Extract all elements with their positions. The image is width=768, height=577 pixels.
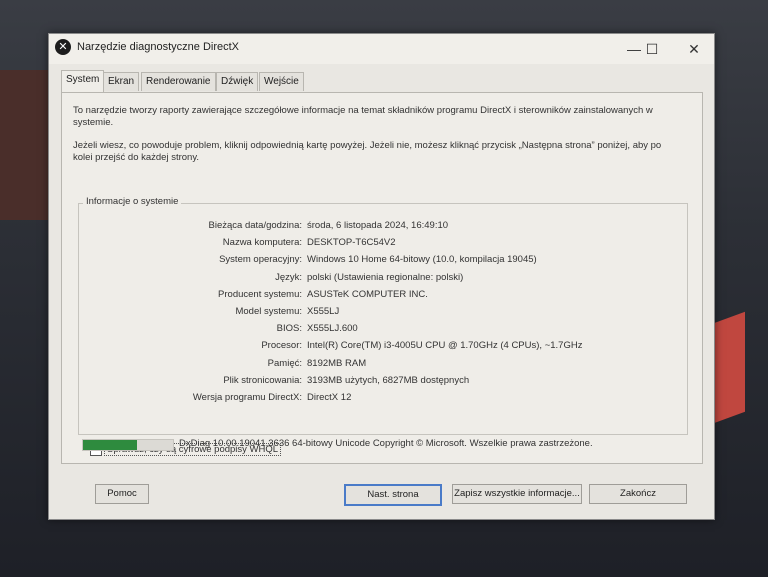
help-button[interactable]: Pomoc — [95, 484, 149, 504]
background-object — [0, 70, 55, 220]
system-info-row: Model systemu: X555LJ — [79, 306, 679, 320]
group-label: Informacje o systemie — [83, 196, 182, 207]
system-info-value: DirectX 12 — [307, 392, 352, 403]
intro-paragraph-2: Jeżeli wiesz, co powoduje problem, klikn… — [73, 140, 662, 163]
exit-button[interactable]: Zakończ — [589, 484, 687, 504]
system-info-label: Wersja programu DirectX: — [192, 392, 302, 403]
system-info-label: BIOS: — [276, 323, 302, 335]
system-info-row: Pamięć: 8192MB RAM — [79, 358, 679, 372]
system-info-value: Intel(R) Core(TM) i3-4005U CPU @ 1.70GHz… — [307, 340, 583, 352]
status-text: DxDiag 10.00.19041.3636 64-bitowy Unicod… — [179, 438, 593, 449]
system-info-row: System operacyjny: Windows 10 Home 64-bit… — [79, 254, 679, 268]
system-info-value: 8192MB RAM — [307, 357, 367, 369]
system-info-row: Producent systemu: ASUSTeK COMPUTER INC. — [79, 289, 679, 303]
system-info-label: Plik stronicowania: — [223, 374, 302, 386]
dxdiag-window: ✕ Narzędzie diagnostyczne DirectX — ☐ ✕ … — [48, 33, 715, 520]
system-info-row: Język: polski (Ustawienia regionalne: pol… — [79, 272, 679, 286]
next-page-button[interactable]: Nast. strona — [344, 484, 442, 506]
system-info-value: ASUSTeK COMPUTER INC. — [307, 288, 428, 300]
tab-renderowanie[interactable]: Renderowanie — [141, 72, 216, 91]
system-info-row: Wersja programu DirectX: DirectX 12 — [79, 392, 679, 406]
tab-ekran[interactable]: Ekran — [103, 72, 140, 91]
system-info-value: X555LJ.600 — [307, 323, 358, 335]
system-info-row: Procesor: Intel(R) Core(TM) i3-4005U CPU … — [79, 340, 679, 354]
title-bar[interactable]: ✕ Narzędzie diagnostyczne DirectX — ☐ ✕ — [49, 34, 714, 64]
tab-system[interactable]: System — [61, 70, 105, 92]
close-button[interactable]: ✕ — [679, 39, 709, 59]
system-info-row: Plik stronicowania: 3193MB użytych, 6827M… — [79, 375, 679, 389]
system-info-label: System operacyjny: — [219, 254, 302, 266]
tab-wejscie[interactable]: Wejście — [259, 72, 304, 91]
system-info-row: Nazwa komputera: DESKTOP-T6C54V2 — [79, 237, 679, 251]
save-all-button[interactable]: Zapisz wszystkie informacje... — [452, 484, 582, 504]
system-info-row: BIOS: X555LJ.600 — [79, 323, 679, 337]
system-info-group: Informacje o systemie Bieżąca data/godzi… — [78, 196, 688, 435]
system-info-label: Bieżąca data/godzina: — [208, 220, 302, 231]
system-info-label: Model systemu: — [235, 306, 302, 317]
system-info-value: środa, 6 listopada 2024, 16:49:10 — [307, 220, 449, 231]
system-tab-panel: To narzędzie tworzy raporty zawierające … — [61, 92, 703, 464]
system-info-label: Pamięć: — [267, 357, 302, 369]
directx-app-icon: ✕ — [55, 39, 71, 55]
system-info-value: DESKTOP-T6C54V2 — [307, 237, 396, 249]
intro-paragraph-1: To narzędzie tworzy raporty zawierające … — [73, 105, 653, 128]
progress-fill — [83, 440, 137, 450]
tab-dzwiek[interactable]: Dźwięk — [216, 72, 259, 91]
system-info-row: Bieżąca data/godzina: środa, 6 listopada … — [79, 220, 679, 234]
system-info-value: X555LJ — [307, 306, 340, 317]
system-info-value: 3193MB użytych, 6827MB dostępnych — [307, 374, 470, 386]
system-info-label: Procesor: — [261, 340, 302, 352]
system-info-value: polski (Ustawienia regionalne: polski) — [307, 271, 464, 283]
window-title: Narzędzie diagnostyczne DirectX — [77, 41, 240, 53]
system-info-label: Język: — [275, 271, 302, 283]
system-info-label: Nazwa komputera: — [222, 237, 302, 249]
system-info-label: Producent systemu: — [218, 288, 302, 300]
maximize-button[interactable]: ☐ — [637, 39, 667, 59]
progress-bar — [82, 439, 174, 451]
system-info-value: Windows 10 Home 64-bitowy (10.0, kompila… — [307, 254, 537, 266]
